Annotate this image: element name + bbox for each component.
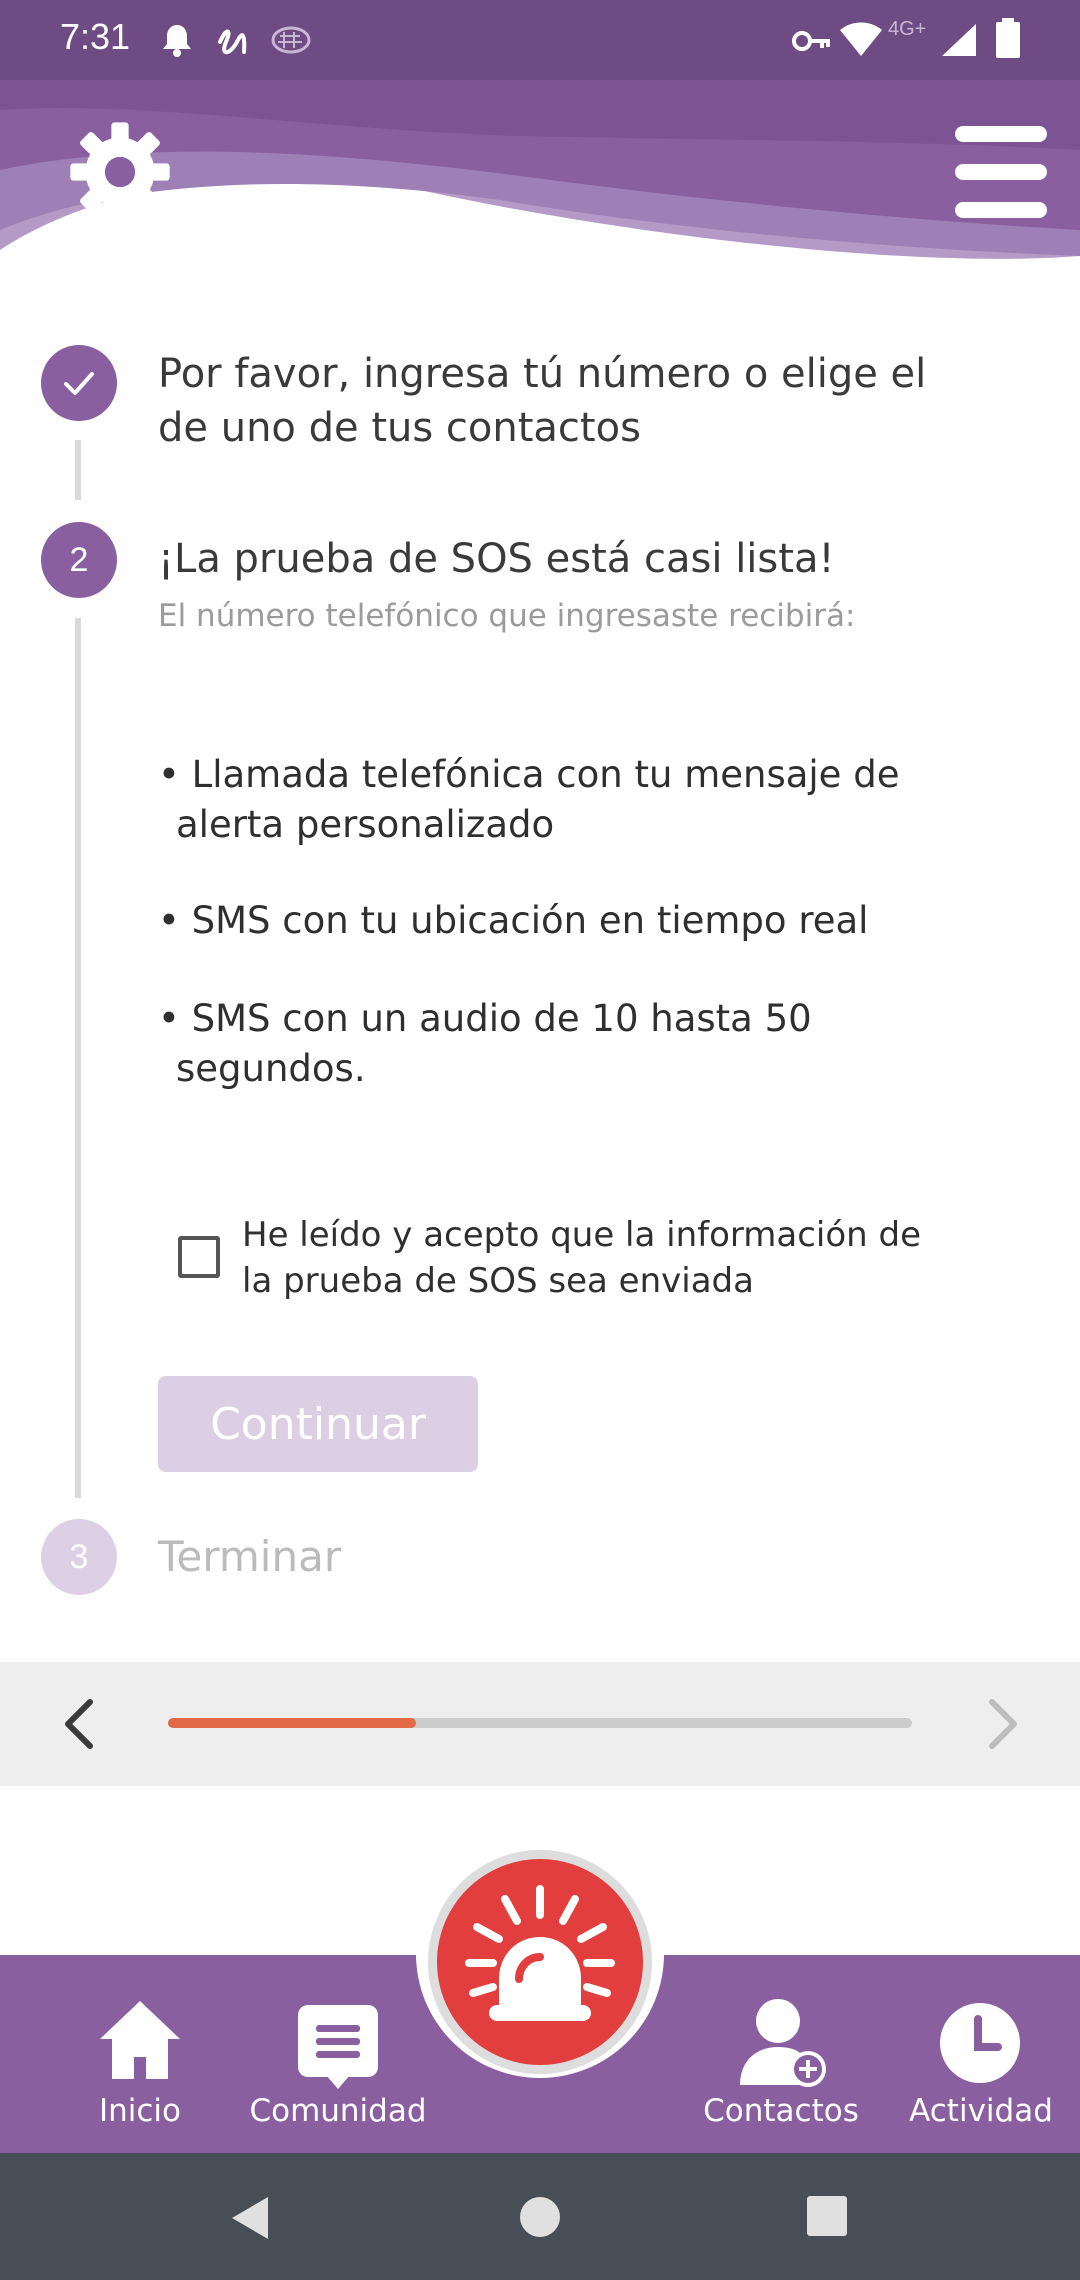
step-connector-2	[75, 618, 81, 1498]
chevron-right-icon[interactable]	[980, 1696, 1024, 1752]
nav-item-inicio[interactable]: Inicio	[70, 1995, 210, 2135]
step-3-title: Terminar	[158, 1532, 342, 1581]
bullet-item-location: • SMS con tu ubicación en tiempo real	[158, 899, 869, 942]
step-connector-1	[75, 440, 81, 500]
step-2-circle: 2	[41, 522, 117, 598]
gear-icon[interactable]	[66, 118, 174, 226]
bell-icon	[163, 25, 191, 57]
step-1-title[interactable]: Por favor, ingresa tú número o elige el …	[158, 347, 926, 455]
battery-icon	[996, 18, 1020, 58]
squiggle-icon	[218, 29, 247, 55]
home-circle-icon[interactable]	[518, 2195, 562, 2239]
nav-item-contactos[interactable]: Contactos	[696, 1995, 866, 2135]
nav-item-actividad[interactable]: Actividad	[896, 1995, 1066, 2135]
status-bar: 7:31 4G+	[0, 0, 1080, 80]
bullet-item-audio: • SMS con un audio de 10 hasta 50 segund…	[158, 997, 812, 1090]
add-contact-icon	[740, 1999, 826, 2087]
consent-label[interactable]: He leído y acepto que la información de …	[242, 1212, 921, 1304]
wifi-icon	[840, 22, 882, 56]
check-icon	[64, 372, 94, 395]
step-2-subtitle: El número telefónico que ingresaste reci…	[158, 598, 856, 634]
siren-icon	[465, 1885, 615, 2021]
hamburger-menu-button[interactable]	[955, 126, 1047, 220]
back-icon[interactable]	[228, 2195, 272, 2241]
consent-checkbox[interactable]	[178, 1236, 220, 1278]
system-navigation-bar	[0, 2153, 1080, 2280]
status-time: 7:31	[60, 16, 131, 57]
chat-icon	[298, 2005, 378, 2089]
continue-button[interactable]: Continuar	[158, 1376, 478, 1472]
sos-button[interactable]	[437, 1859, 643, 2065]
network-type-label: 4G+	[888, 18, 927, 40]
home-icon	[100, 2001, 180, 2079]
clock-icon	[940, 2003, 1020, 2083]
nav-item-comunidad[interactable]: Comunidad	[238, 1995, 438, 2135]
progress-fill	[168, 1718, 417, 1728]
chevron-left-icon[interactable]	[58, 1696, 102, 1752]
signal-icon	[942, 24, 976, 56]
step-1-done-circle	[41, 345, 117, 421]
step-3-circle: 3	[41, 1519, 117, 1595]
step-2-title: ¡La prueba de SOS está casi lista!	[158, 536, 835, 582]
recents-icon[interactable]	[806, 2195, 848, 2237]
key-icon	[792, 31, 830, 51]
brain-icon	[271, 26, 311, 54]
bullet-item-call: • Llamada telefónica con tu mensaje de a…	[158, 753, 900, 846]
hamburger-icon	[955, 126, 1047, 218]
